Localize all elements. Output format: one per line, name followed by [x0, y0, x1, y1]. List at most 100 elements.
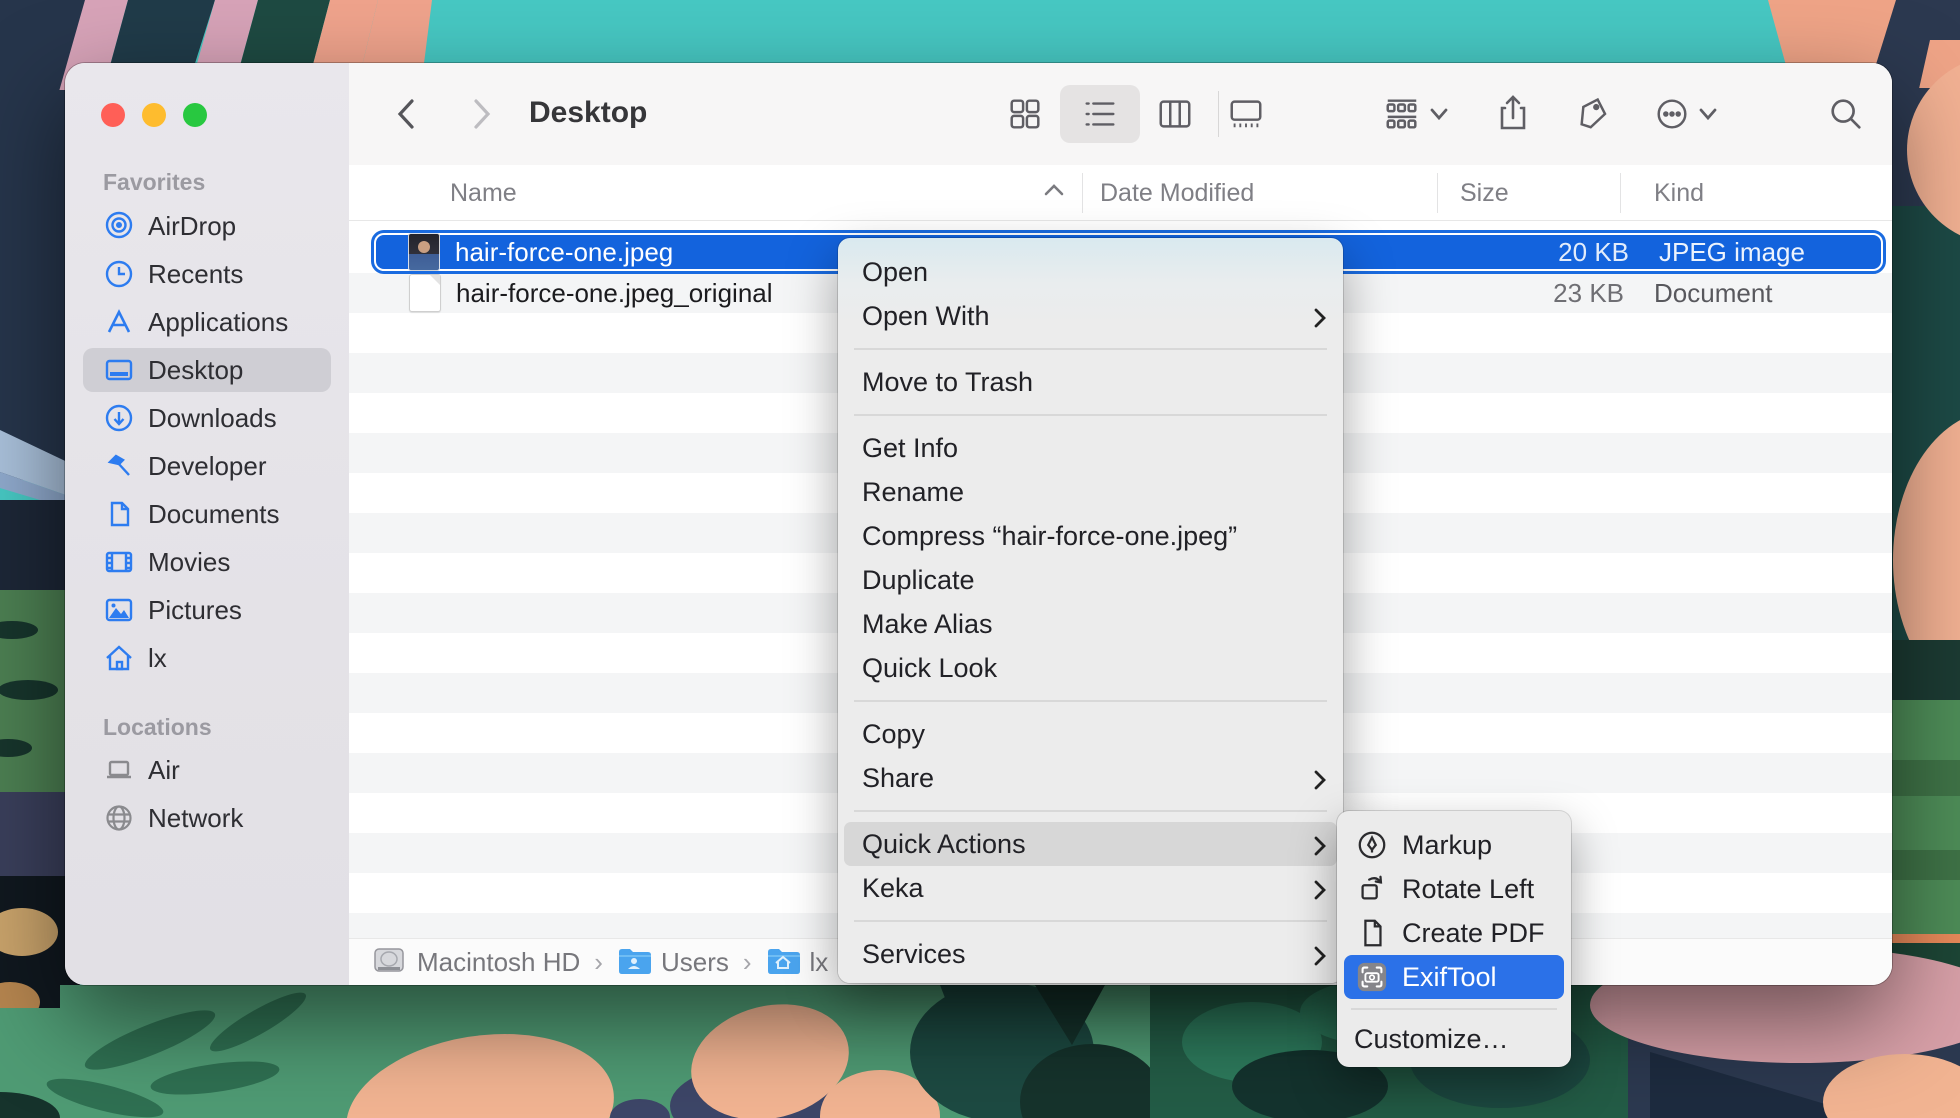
- search-button[interactable]: [1824, 94, 1868, 134]
- laptop-icon: [103, 755, 135, 785]
- sidebar-item-airdrop[interactable]: AirDrop: [83, 204, 331, 248]
- toolbar-divider: [1218, 91, 1219, 137]
- forward-button[interactable]: [462, 94, 502, 134]
- icon-view-button[interactable]: [1003, 94, 1047, 134]
- sidebar-item-label: Developer: [148, 451, 267, 482]
- menu-item-rename[interactable]: Rename: [838, 470, 1343, 514]
- file-kind: JPEG image: [1659, 237, 1805, 268]
- column-view-button[interactable]: [1153, 94, 1197, 134]
- sidebar-item-label: Desktop: [148, 355, 243, 386]
- menu-item-quick-actions[interactable]: Quick Actions: [844, 822, 1337, 866]
- gallery-view-button[interactable]: [1224, 94, 1268, 134]
- submenu-chevron-icon: [1313, 833, 1327, 864]
- menu-item-share[interactable]: Share: [838, 756, 1343, 800]
- submenu-separator: [1351, 1008, 1557, 1010]
- sidebar-item-home-lx[interactable]: lx: [83, 636, 331, 680]
- path-item-macintosh-hd[interactable]: Macintosh HD: [417, 947, 580, 978]
- submenu-item-create-pdf[interactable]: Create PDF: [1344, 911, 1564, 955]
- menu-item-keka[interactable]: Keka: [838, 866, 1343, 910]
- desktop-icon: [103, 355, 135, 385]
- column-header-name[interactable]: Name: [450, 179, 517, 208]
- menu-item-duplicate[interactable]: Duplicate: [838, 558, 1343, 602]
- menu-item-get-info[interactable]: Get Info: [838, 426, 1343, 470]
- sidebar-item-network[interactable]: Network: [83, 796, 331, 840]
- home-icon: [103, 643, 135, 673]
- exiftool-app-icon: [1354, 959, 1390, 995]
- menu-separator: [854, 920, 1327, 922]
- tag-button[interactable]: [1571, 94, 1615, 134]
- menu-separator: [854, 414, 1327, 416]
- column-header-date-modified[interactable]: Date Modified: [1100, 179, 1254, 208]
- submenu-item-customize[interactable]: Customize…: [1337, 1019, 1571, 1059]
- document-icon: [103, 499, 135, 529]
- file-size: 20 KB: [1449, 237, 1629, 268]
- file-size: 23 KB: [1444, 278, 1624, 309]
- submenu-item-markup[interactable]: Markup: [1344, 823, 1564, 867]
- sidebar-item-downloads[interactable]: Downloads: [83, 396, 331, 440]
- menu-item-move-to-trash[interactable]: Move to Trash: [838, 360, 1343, 404]
- window-title: Desktop: [529, 96, 647, 130]
- clock-icon: [103, 259, 135, 289]
- column-divider[interactable]: [1082, 173, 1083, 213]
- minimize-button[interactable]: [142, 103, 166, 127]
- menu-separator: [854, 810, 1327, 812]
- sidebar-item-movies[interactable]: Movies: [83, 540, 331, 584]
- sidebar-item-label: Movies: [148, 547, 230, 578]
- file-kind: Document: [1654, 278, 1773, 309]
- sidebar-item-label: AirDrop: [148, 211, 236, 242]
- close-button[interactable]: [101, 103, 125, 127]
- path-chevron-icon: ›: [594, 947, 603, 978]
- sidebar-item-label: Recents: [148, 259, 243, 290]
- sidebar-item-label: Network: [148, 803, 243, 834]
- column-header-kind[interactable]: Kind: [1654, 179, 1704, 208]
- path-item-lx[interactable]: lx: [810, 947, 829, 978]
- sidebar-item-air[interactable]: Air: [83, 748, 331, 792]
- menu-item-quick-look[interactable]: Quick Look: [838, 646, 1343, 690]
- menu-item-make-alias[interactable]: Make Alias: [838, 602, 1343, 646]
- group-by-button[interactable]: [1377, 94, 1453, 134]
- back-button[interactable]: [386, 94, 426, 134]
- sidebar-item-label: Documents: [148, 499, 280, 530]
- menu-item-services[interactable]: Services: [838, 932, 1343, 976]
- more-actions-button[interactable]: [1647, 94, 1723, 134]
- column-header-row: Name Date Modified Size Kind: [349, 165, 1892, 221]
- sidebar-item-desktop[interactable]: Desktop: [83, 348, 331, 392]
- sidebar-section-locations: Locations: [103, 714, 212, 741]
- hard-disk-icon: [373, 945, 405, 980]
- sidebar: Favorites AirDrop Recents Applications: [65, 63, 350, 985]
- list-view-button[interactable]: [1078, 94, 1122, 134]
- menu-item-compress[interactable]: Compress “hair-force-one.jpeg”: [838, 514, 1343, 558]
- submenu-item-exiftool[interactable]: ExifTool: [1344, 955, 1564, 999]
- rotate-left-icon: [1354, 871, 1390, 907]
- zoom-button[interactable]: [183, 103, 207, 127]
- submenu-item-rotate-left[interactable]: Rotate Left: [1344, 867, 1564, 911]
- column-divider[interactable]: [1620, 173, 1621, 213]
- sidebar-item-applications[interactable]: Applications: [83, 300, 331, 344]
- sidebar-item-recents[interactable]: Recents: [83, 252, 331, 296]
- file-name: hair-force-one.jpeg: [455, 237, 673, 268]
- image-thumbnail: [408, 233, 440, 271]
- file-name: hair-force-one.jpeg_original: [456, 278, 773, 309]
- chevron-down-icon: [1699, 108, 1717, 120]
- menu-item-open[interactable]: Open: [838, 250, 1343, 294]
- menu-item-copy[interactable]: Copy: [838, 712, 1343, 756]
- path-item-users[interactable]: Users: [661, 947, 729, 978]
- chevron-down-icon: [1430, 108, 1448, 120]
- create-pdf-icon: [1354, 915, 1390, 951]
- sidebar-item-label: Applications: [148, 307, 288, 338]
- sidebar-item-label: Downloads: [148, 403, 277, 434]
- sidebar-item-documents[interactable]: Documents: [83, 492, 331, 536]
- sort-chevron-up-icon: [1043, 183, 1065, 202]
- sidebar-item-developer[interactable]: Developer: [83, 444, 331, 488]
- document-file-icon: [409, 274, 441, 312]
- sidebar-item-label: Air: [148, 755, 180, 786]
- sidebar-item-label: lx: [148, 643, 167, 674]
- column-divider[interactable]: [1437, 173, 1438, 213]
- share-button[interactable]: [1491, 94, 1535, 134]
- submenu-chevron-icon: [1313, 943, 1327, 974]
- column-header-size[interactable]: Size: [1460, 179, 1509, 208]
- path-chevron-icon: ›: [743, 947, 752, 978]
- hammer-icon: [103, 451, 135, 481]
- sidebar-item-pictures[interactable]: Pictures: [83, 588, 331, 632]
- menu-item-open-with[interactable]: Open With: [838, 294, 1343, 338]
